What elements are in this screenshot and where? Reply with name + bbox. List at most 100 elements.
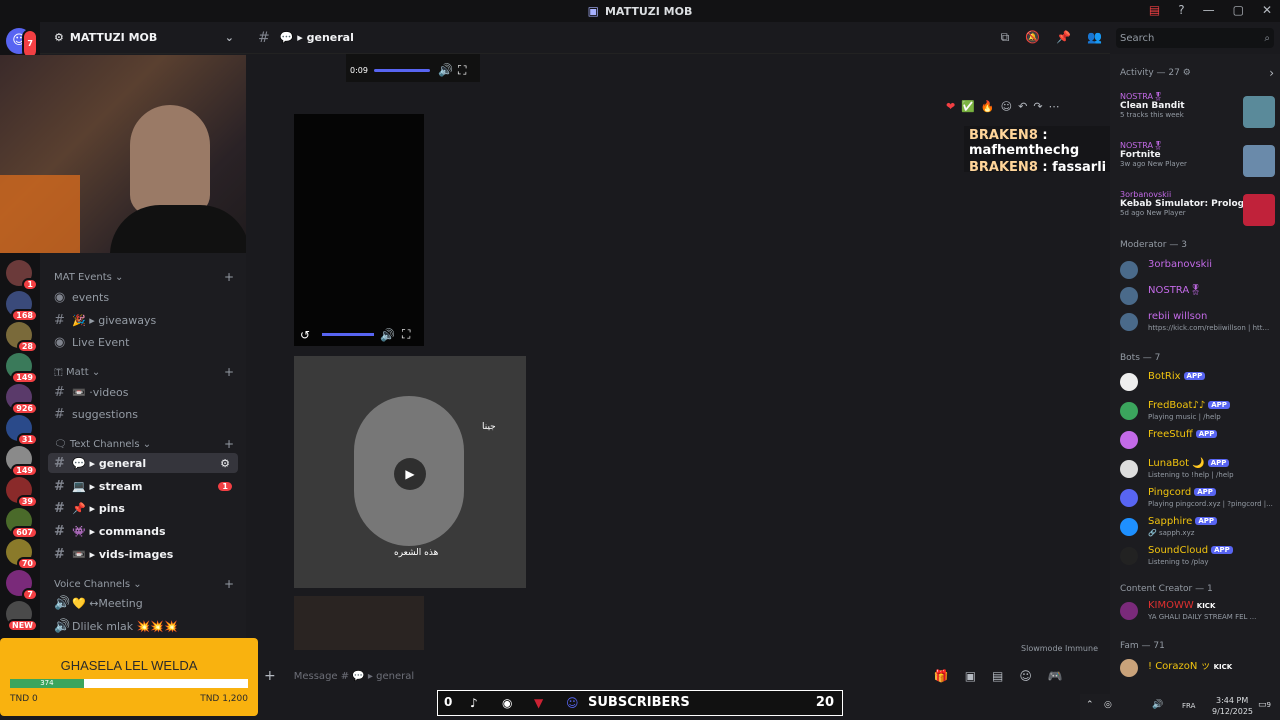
image-embed[interactable] (294, 596, 424, 650)
member-moderator[interactable]: NOSTRA🎖 (1120, 285, 1275, 307)
server-icon[interactable]: 39 (6, 477, 38, 508)
voice-channel-meeting[interactable]: 🔊 💛 ↔Meeting (48, 593, 238, 613)
server-icon[interactable]: 149 (6, 353, 38, 384)
channel-giveaways[interactable]: # 🎉 ▸ giveaways (48, 310, 238, 330)
more-icon[interactable]: ⋯ (1049, 100, 1060, 113)
activity-card[interactable]: 3orbanovskii Kebab Simulator: Prologue 5d … (1120, 190, 1275, 236)
server-icon[interactable]: NEW (6, 601, 38, 632)
channel-live-event[interactable]: ◉ Live Event (48, 332, 238, 352)
volume-slider[interactable] (322, 333, 374, 336)
channel-suggestions[interactable]: # suggestions (48, 404, 238, 424)
message-input[interactable]: Message # 💬 ▸ general (294, 671, 934, 682)
chevron-right-icon[interactable]: › (1269, 66, 1274, 80)
add-channel-icon[interactable]: + (224, 577, 234, 591)
volume-icon[interactable]: 🔊 (380, 328, 395, 342)
donation-progress-fill: 374 (10, 679, 84, 688)
server-icon[interactable]: 607 (6, 508, 38, 539)
add-channel-icon[interactable]: + (224, 365, 234, 379)
member-moderator[interactable]: rebii willson https://kick.com/rebiiwills… (1120, 311, 1275, 333)
member-moderator[interactable]: 3orbanovskii (1120, 259, 1275, 281)
sticker-icon[interactable]: ▤ (992, 669, 1003, 683)
channel-stream[interactable]: # 💻 ▸ stream 1 (48, 476, 238, 496)
category-mat-events[interactable]: MAT Events ⌄ + (54, 270, 234, 284)
category-matt[interactable]: 🇹 Matt ⌄ + (54, 365, 234, 379)
channel-videos[interactable]: # 📼 ·videos (48, 382, 238, 402)
add-attachment-icon[interactable]: + (264, 668, 276, 684)
play-icon[interactable]: ▶ (394, 458, 426, 490)
reply-icon[interactable]: ↶ (1018, 100, 1027, 113)
voice-channel-dlilek[interactable]: 🔊 Dlilek mlak 💥💥💥 (48, 616, 238, 636)
channel-commands[interactable]: # 👾 ▸ commands (48, 521, 238, 541)
forward-icon[interactable]: ↷ (1033, 100, 1042, 113)
fullscreen-icon[interactable]: ⛶ (402, 327, 410, 342)
activity-card[interactable]: NOSTRA🎖 Fortnite 3w ago New Player (1120, 141, 1275, 187)
inbox-icon[interactable]: ▤ (1149, 3, 1160, 17)
settings-icon[interactable]: ⚙ (220, 457, 230, 470)
volume-slider[interactable] (374, 69, 430, 72)
maximize-button[interactable]: ▢ (1233, 3, 1244, 17)
server-icon[interactable]: 70 (6, 539, 38, 570)
browser-icon[interactable]: ◉ (502, 696, 512, 710)
member-bot[interactable]: Sapphire APP 🔗 sapph.xyz (1120, 516, 1275, 538)
fullscreen-icon[interactable]: ⛶ (458, 63, 466, 78)
server-icon[interactable]: 1 (6, 260, 38, 291)
server-icon[interactable]: 7 (6, 570, 38, 601)
category-voice-channels[interactable]: Voice Channels ⌄ + (54, 577, 234, 591)
help-icon[interactable]: ? (1178, 3, 1184, 17)
server-icon[interactable]: 149 (6, 446, 38, 477)
check-reaction-icon[interactable]: ✅ (961, 100, 975, 113)
server-icon[interactable]: 28 (6, 322, 38, 353)
fire-reaction-icon[interactable]: 🔥 (981, 100, 995, 113)
add-channel-icon[interactable]: + (224, 270, 234, 284)
search-icon: ⌕ (1264, 32, 1270, 44)
replay-icon[interactable]: ↺ (300, 328, 310, 342)
add-reaction-icon[interactable]: ☺ (1001, 100, 1012, 113)
channel-events[interactable]: ◉ events (48, 287, 238, 307)
channel-vids-images[interactable]: # 📼 ▸ vids-images (48, 544, 238, 564)
member-fam[interactable]: ! CorazoN ッ KICK (1120, 657, 1275, 679)
server-icon[interactable]: 31 (6, 415, 38, 446)
threads-icon[interactable]: ⧉ (1001, 30, 1010, 45)
add-channel-icon[interactable]: + (224, 437, 234, 451)
member-bot[interactable]: BotRix APP (1120, 371, 1275, 393)
audio-player[interactable]: 0:09 🔊 ⛶ (346, 54, 480, 82)
member-bot[interactable]: FredBoat♪♪ APP Playing music | /help (1120, 400, 1275, 422)
close-button[interactable]: ✕ (1262, 3, 1272, 17)
category-text-channels[interactable]: 🗨 Text Channels ⌄ + (54, 437, 234, 451)
activity-card[interactable]: NOSTRA🎖 Clean Bandit 5 tracks this week (1120, 92, 1275, 138)
tiktok-icon[interactable]: ♪ (470, 696, 478, 710)
discord-home-icon[interactable]: ☺ 7 (6, 28, 38, 59)
minimize-button[interactable]: — (1203, 3, 1215, 17)
hash-icon: # (54, 406, 65, 422)
volume-icon[interactable]: 🔊 (438, 63, 453, 77)
pin-icon[interactable]: 📌 (1056, 30, 1071, 45)
heart-reaction-icon[interactable]: ❤ (946, 100, 955, 113)
server-icon[interactable]: 926 (6, 384, 38, 415)
emoji-icon[interactable]: ☺ (1019, 669, 1032, 683)
gift-icon[interactable]: 🎁 (934, 669, 949, 683)
channel-pins[interactable]: # 📌 ▸ pins (48, 498, 238, 518)
speaker-icon[interactable]: 🔊 (1152, 700, 1163, 710)
member-bot[interactable]: FreeStuff APP (1120, 429, 1275, 451)
server-icon[interactable]: 168 (6, 291, 38, 322)
mute-bell-icon[interactable]: 🔕 (1025, 30, 1040, 45)
gif-icon[interactable]: ▣ (965, 669, 976, 683)
app-icon[interactable]: ▼ (534, 696, 543, 710)
creator-section-title: Content Creator — 1 (1120, 584, 1213, 594)
member-bot[interactable]: Pingcord APP Playing pingcord.xyz | ?pingc… (1120, 487, 1275, 509)
wifi-icon[interactable]: ◎ (1104, 700, 1112, 710)
chevron-up-icon[interactable]: ⌃ (1086, 700, 1094, 710)
apps-icon[interactable]: 🎮 (1048, 669, 1063, 683)
server-header[interactable]: ⚙ MATTUZI MOB ⌄ (40, 22, 246, 54)
chair-shape (0, 175, 80, 253)
video-embed-1[interactable]: ↺ 🔊 ⛶ (294, 114, 424, 346)
members-icon[interactable]: 👥 (1087, 30, 1102, 45)
member-creator[interactable]: KIMOWW KICK YA GHALI DAILY STREAM FEL ... (1120, 600, 1275, 622)
search-input[interactable]: Search ⌕ (1116, 28, 1274, 48)
discord-icon[interactable]: ☺ (566, 696, 579, 710)
notification-icon[interactable]: ▭9 (1258, 700, 1271, 710)
channel-general[interactable]: # 💬 ▸ general ⚙ (48, 453, 238, 473)
member-bot[interactable]: LunaBot 🌙 APP Listening to !help | /help (1120, 458, 1275, 480)
member-bot[interactable]: SoundCloud APP Listening to /play (1120, 545, 1275, 567)
video-embed-2[interactable]: ▶ هذه الشعره جينا (294, 356, 526, 588)
